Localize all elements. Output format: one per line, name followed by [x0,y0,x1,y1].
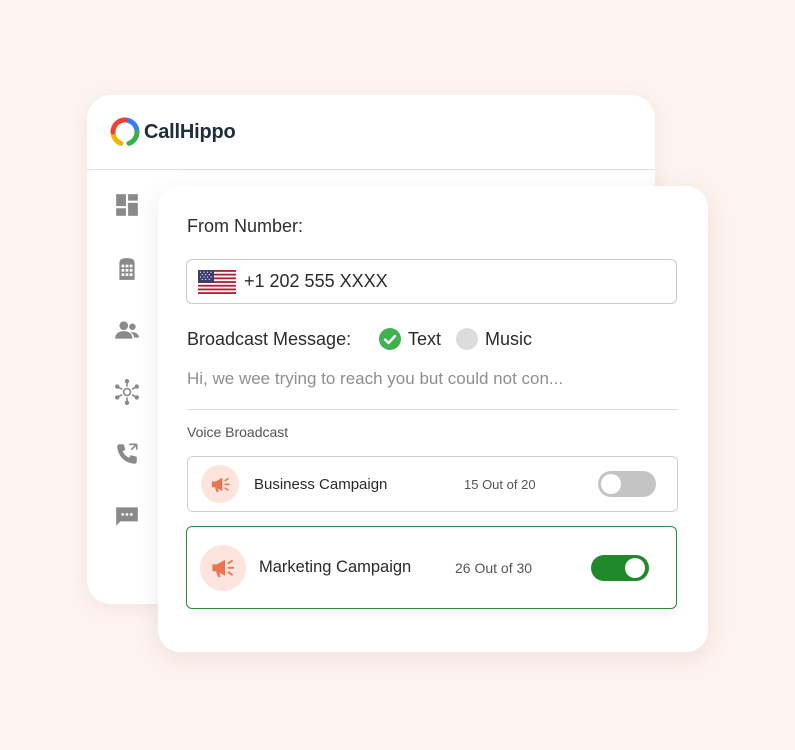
radio-music-label: Music [485,328,533,349]
broadcast-form-card: From Number: +1 202 555 XXXX Broadcast M… [158,186,708,652]
from-number-label: From Number: [187,216,304,236]
message-input[interactable] [187,369,677,389]
call-logs-icon[interactable] [114,441,140,467]
radio-unchecked-icon [456,328,479,350]
check-icon [379,328,401,350]
broadcast-message-row: Broadcast Message: Text Music [187,327,547,351]
voice-broadcast-label: Voice Broadcast [187,424,289,440]
megaphone-icon [201,465,239,503]
app-header: CallHippo [87,95,655,170]
toggle-knob [601,474,621,494]
campaign-row-business[interactable]: Business Campaign 15 Out of 20 [187,456,678,512]
callhippo-logo-icon [110,117,140,147]
sms-icon[interactable] [114,503,140,529]
from-number-value: +1 202 555 XXXX [244,271,388,291]
us-flag-icon[interactable] [198,269,236,294]
megaphone-icon [200,544,246,591]
radio-music[interactable]: Music [456,328,547,350]
campaign-count: 26 Out of 30 [455,559,533,576]
from-number-field[interactable]: +1 202 555 XXXX [186,259,677,304]
campaign-toggle-business[interactable] [598,471,656,497]
brand-name: CallHippo [144,120,236,143]
campaign-row-marketing[interactable]: Marketing Campaign 26 Out of 30 [186,526,677,609]
integrations-icon[interactable] [114,379,140,405]
dialpad-icon[interactable] [114,256,140,282]
divider [187,409,678,410]
radio-text-label: Text [408,328,442,349]
radio-text[interactable]: Text [379,328,456,350]
campaign-name: Marketing Campaign [259,558,412,576]
campaign-name: Business Campaign [254,475,388,493]
users-icon[interactable] [114,317,140,343]
campaign-toggle-marketing[interactable] [591,554,649,581]
campaign-count: 15 Out of 20 [464,476,536,492]
dashboard-icon[interactable] [114,192,140,218]
toggle-knob [625,557,645,578]
broadcast-message-label: Broadcast Message: [187,328,352,349]
